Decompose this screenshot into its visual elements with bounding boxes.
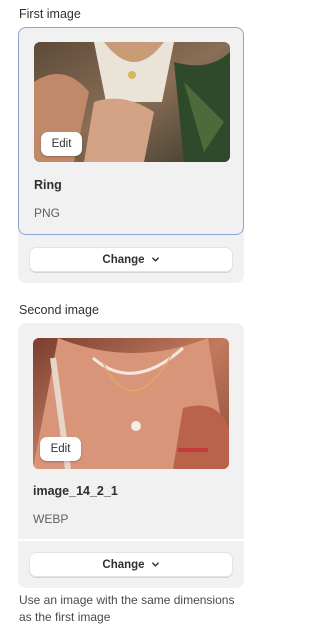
first-image-thumbnail: Edit [34,42,230,162]
card-divider [18,539,244,541]
second-image-thumbnail: Edit [33,338,229,469]
second-change-label: Change [102,558,145,571]
first-image-card: Edit Ring PNG Change [18,27,244,283]
second-image-format: WEBP [33,512,69,526]
first-change-button[interactable]: Change [29,247,233,272]
second-change-button[interactable]: Change [29,552,233,577]
help-text: Use an image with the same dimensions as… [19,593,235,624]
second-image-card: Edit image_14_2_1 WEBP Change [18,323,244,588]
second-edit-button[interactable]: Edit [40,437,81,461]
first-image-format: PNG [34,206,61,220]
chevron-down-icon [151,257,159,262]
first-image-preview[interactable]: Edit Ring PNG [18,27,244,235]
first-image-label: First image [19,7,81,21]
second-image-title: image_14_2_1 [33,484,118,498]
first-edit-button[interactable]: Edit [41,132,82,156]
second-image-preview[interactable]: Edit image_14_2_1 WEBP [18,323,244,539]
first-change-label: Change [102,253,145,266]
chevron-down-icon [151,562,159,567]
first-image-title: Ring [34,178,62,192]
second-image-label: Second image [19,303,99,317]
